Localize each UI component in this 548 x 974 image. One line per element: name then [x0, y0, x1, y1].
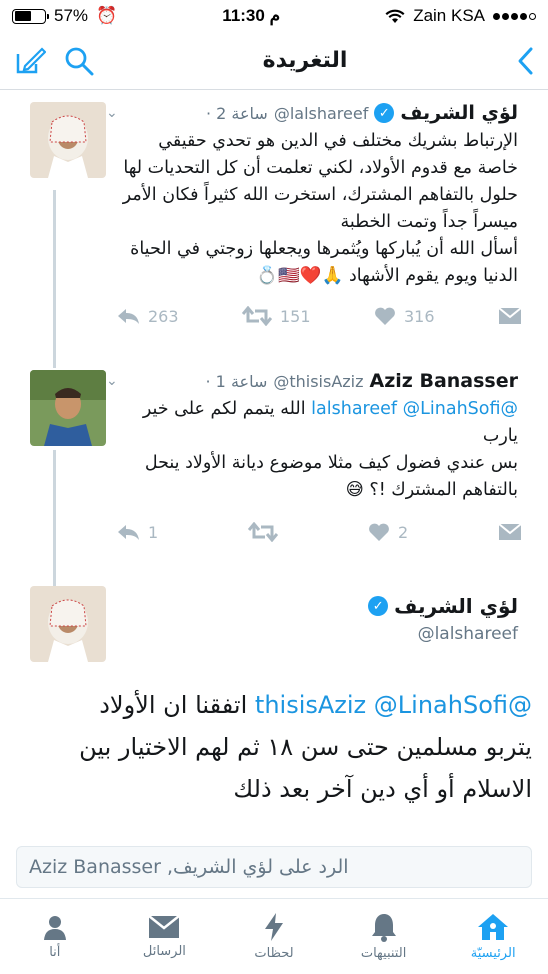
- retweet-icon: [242, 306, 272, 326]
- tweet-time: · 1 ساعة: [205, 371, 268, 391]
- mention-link[interactable]: @LinahSofi: [374, 691, 508, 719]
- tab-me[interactable]: أنا: [10, 913, 100, 960]
- signal-icon: [493, 12, 536, 20]
- tweet-actions: 1 2: [16, 504, 532, 554]
- retweet-button[interactable]: 151: [242, 306, 311, 326]
- reply-button[interactable]: 263: [116, 307, 179, 326]
- tweet-text: @thisisAziz @LinahSofi اتفقنا ان الأولاد…: [79, 691, 532, 803]
- tab-moments[interactable]: لحظات: [229, 912, 319, 961]
- tweet[interactable]: ⌄ Aziz Banasser @thisisAziz · 1 ساعة @la…: [0, 360, 548, 582]
- verified-icon: ✓: [368, 596, 389, 616]
- chevron-down-icon[interactable]: ⌄: [106, 373, 118, 389]
- like-button[interactable]: 2: [368, 522, 408, 542]
- reply-input[interactable]: الرد على لؤي الشريف, Aziz Banasser: [16, 846, 532, 888]
- back-chevron-icon[interactable]: [516, 46, 534, 76]
- tab-bar: أنا الرسائل لحظات التنبيهات الرئيسيّة: [0, 898, 548, 974]
- page-title: التغريدة: [262, 48, 348, 73]
- avatar[interactable]: [30, 102, 106, 178]
- envelope-icon: [498, 523, 522, 540]
- author-handle[interactable]: @lalshareef: [106, 624, 518, 644]
- tweet-time: · 2 ساعة: [205, 103, 268, 123]
- status-bar: 57% ⏰ 11:30 م Zain KSA: [0, 0, 548, 32]
- author-name[interactable]: Aziz Banasser: [370, 370, 518, 392]
- reply-icon: [118, 525, 139, 540]
- tweet[interactable]: ⌄ لؤي الشريف ✓ @lalshareef · 2 ساعة الإر…: [0, 90, 548, 360]
- verified-icon: ✓: [374, 103, 395, 123]
- battery-icon: [12, 8, 49, 24]
- status-left: 57% ⏰: [12, 6, 117, 26]
- compose-icon[interactable]: [14, 46, 46, 76]
- mention-link[interactable]: @LinahSofi: [403, 399, 501, 419]
- chevron-down-icon[interactable]: ⌄: [106, 105, 118, 121]
- avatar[interactable]: [30, 370, 106, 446]
- retweet-icon: [248, 522, 279, 542]
- battery-percent: 57%: [54, 6, 89, 25]
- tweet-text: الإرتباط بشريك مختلف في الدين هو تحدي حق…: [122, 131, 518, 286]
- reply-icon: [118, 309, 139, 324]
- tweet-text: @lalshareef @LinahSofi الله يتمم لكم على…: [142, 399, 518, 500]
- envelope-icon: [498, 307, 522, 324]
- nav-actions: [14, 46, 94, 76]
- like-button[interactable]: 316: [374, 306, 435, 326]
- clock: 11:30 م: [222, 6, 281, 25]
- tab-home[interactable]: الرئيسيّة: [448, 912, 538, 961]
- avatar[interactable]: [30, 586, 106, 662]
- lightning-icon: [264, 913, 283, 941]
- status-right: Zain KSA: [385, 6, 536, 26]
- focused-tweet: لؤي الشريف ✓ @lalshareef @thisisAziz @Li…: [0, 582, 548, 810]
- tab-notifications[interactable]: التنبيهات: [339, 912, 429, 961]
- bell-icon: [371, 914, 396, 942]
- author-name[interactable]: لؤي الشريف: [400, 102, 518, 124]
- dm-share-button[interactable]: [498, 523, 522, 541]
- carrier: Zain KSA: [413, 6, 485, 25]
- wifi-icon: [385, 9, 405, 23]
- author-handle[interactable]: @thisisAziz: [273, 372, 363, 391]
- heart-icon: [369, 523, 389, 541]
- author-handle[interactable]: @lalshareef: [274, 104, 369, 123]
- retweet-button[interactable]: [248, 522, 279, 542]
- dm-share-button[interactable]: [498, 307, 522, 325]
- tab-messages[interactable]: الرسائل: [119, 914, 209, 959]
- reply-button[interactable]: 1: [116, 523, 158, 542]
- heart-icon: [375, 307, 395, 325]
- tweet-actions: 263 151 316: [16, 290, 532, 338]
- home-icon: [478, 914, 509, 940]
- search-icon[interactable]: [64, 46, 94, 76]
- envelope-icon: [148, 915, 181, 938]
- alarm-icon: ⏰: [96, 6, 118, 25]
- author-name[interactable]: لؤي الشريف: [394, 594, 518, 618]
- nav-bar: التغريدة: [0, 32, 548, 90]
- reply-placeholder: الرد على لؤي الشريف, Aziz Banasser: [29, 856, 349, 878]
- person-icon: [43, 916, 66, 940]
